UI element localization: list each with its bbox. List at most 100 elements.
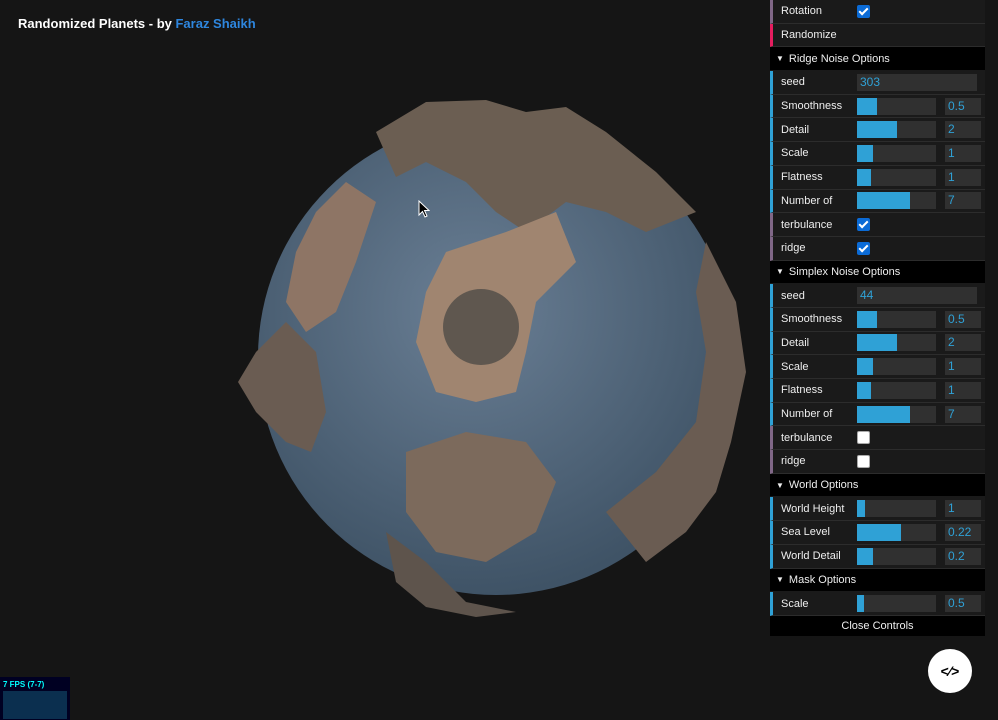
value-slider[interactable] xyxy=(857,405,936,423)
value-input[interactable]: 7 xyxy=(945,405,981,423)
value-input[interactable]: 1 xyxy=(945,168,981,186)
mouse-cursor-icon xyxy=(418,200,430,218)
control-label: seed xyxy=(781,76,805,89)
simplex-noise-options-folder-header[interactable]: ▼ Simplex Noise Options xyxy=(770,260,985,285)
value-slider[interactable] xyxy=(857,97,936,115)
control-label: ridge xyxy=(781,455,806,468)
control-label: Randomize xyxy=(781,29,837,42)
control-label: World Detail xyxy=(781,550,841,563)
value-input[interactable]: 1 xyxy=(945,144,981,162)
slider-fill xyxy=(857,144,873,162)
control-label: terbulance xyxy=(781,431,833,444)
control-label: World Height xyxy=(781,502,845,515)
slider-fill xyxy=(857,500,865,518)
chevron-down-icon: ▼ xyxy=(776,575,784,585)
view-code-button[interactable]: <⁄> xyxy=(928,649,972,693)
fps-meter[interactable]: 7 FPS (7-7) xyxy=(0,677,70,720)
checkbox[interactable] xyxy=(857,241,870,255)
value-input[interactable]: 7 xyxy=(945,192,981,210)
simplex-noise-options-terbulance-control: terbulance xyxy=(770,426,985,451)
control-label: Flatness xyxy=(781,384,823,397)
fps-label: 7 FPS (7-7) xyxy=(3,680,45,689)
seed-input[interactable]: 44 xyxy=(857,287,977,305)
simplex-noise-options-detail-control: Detail 2 xyxy=(770,331,985,356)
value-input[interactable]: 2 xyxy=(945,334,981,352)
value-slider[interactable] xyxy=(857,381,936,399)
control-label: Detail xyxy=(781,123,810,136)
value-slider[interactable] xyxy=(857,168,936,186)
ridge-noise-options-number-of-control: Number of 7 xyxy=(770,189,985,214)
rotation-control: Rotation xyxy=(770,0,985,24)
checkbox[interactable] xyxy=(857,431,870,445)
value-slider[interactable] xyxy=(857,121,936,139)
ridge-noise-options-flatness-control: Flatness 1 xyxy=(770,165,985,190)
value-input[interactable]: 0.5 xyxy=(945,595,981,613)
value-slider[interactable] xyxy=(857,500,936,518)
chevron-down-icon: ▼ xyxy=(776,480,784,490)
slider-fill xyxy=(857,595,865,613)
control-label: terbulance xyxy=(781,218,833,231)
control-label: Flatness xyxy=(781,171,823,184)
folder-title: Simplex Noise Options xyxy=(788,265,901,278)
close-controls-button[interactable]: Close Controls xyxy=(770,615,985,636)
page-title: Randomized Planets - by Faraz Shaikh xyxy=(18,16,256,31)
value-input[interactable]: 0.5 xyxy=(945,310,981,328)
slider-fill xyxy=(857,381,872,399)
control-label: Rotation xyxy=(781,5,822,18)
value-input[interactable]: 2 xyxy=(945,121,981,139)
value-input[interactable]: 1 xyxy=(945,500,981,518)
simplex-noise-options-number-of-control: Number of 7 xyxy=(770,402,985,427)
slider-fill xyxy=(857,334,897,352)
ridge-noise-options-ridge-control: ridge xyxy=(770,236,985,261)
control-label: Scale xyxy=(781,597,809,610)
value-slider[interactable] xyxy=(857,358,936,376)
control-label: Sea Level xyxy=(781,526,830,539)
value-slider[interactable] xyxy=(857,595,936,613)
folder-title: Ridge Noise Options xyxy=(788,52,890,65)
mask-options-folder-header[interactable]: ▼ Mask Options xyxy=(770,568,985,593)
ridge-noise-options-folder-header[interactable]: ▼ Ridge Noise Options xyxy=(770,47,985,72)
folder-title: World Options xyxy=(788,479,859,492)
control-label: ridge xyxy=(781,242,806,255)
value-slider[interactable] xyxy=(857,547,936,565)
value-slider[interactable] xyxy=(857,192,936,210)
world-options-world-detail-control: World Detail 0.2 xyxy=(770,544,985,569)
world-options-world-height-control: World Height 1 xyxy=(770,497,985,522)
mask-options-scale-control: Scale 0.5 xyxy=(770,592,985,616)
value-input[interactable]: 1 xyxy=(945,381,981,399)
checkbox[interactable] xyxy=(857,454,870,468)
checkbox[interactable] xyxy=(857,218,870,232)
slider-fill xyxy=(857,358,873,376)
slider-fill xyxy=(857,97,877,115)
simplex-noise-options-smoothness-control: Smoothness 0.5 xyxy=(770,307,985,332)
author-link[interactable]: Faraz Shaikh xyxy=(175,16,255,31)
value-slider[interactable] xyxy=(857,523,936,541)
control-label: seed xyxy=(781,289,805,302)
value-input[interactable]: 0.2 xyxy=(945,547,981,565)
ridge-noise-options-scale-control: Scale 1 xyxy=(770,142,985,166)
control-label: Detail xyxy=(781,336,810,349)
slider-fill xyxy=(857,405,910,423)
ridge-noise-options-terbulance-control: terbulance xyxy=(770,213,985,237)
slider-fill xyxy=(857,547,873,565)
value-slider[interactable] xyxy=(857,144,936,162)
world-options-folder-header[interactable]: ▼ World Options xyxy=(770,473,985,498)
value-slider[interactable] xyxy=(857,334,936,352)
world-options-sea-level-control: Sea Level 0.22 xyxy=(770,521,985,545)
slider-fill xyxy=(857,121,897,139)
ridge-noise-options-seed-control: seed 303 xyxy=(770,71,985,95)
randomize-control[interactable]: Randomize xyxy=(770,23,985,48)
value-input[interactable]: 0.22 xyxy=(945,523,981,541)
checkbox[interactable] xyxy=(857,4,870,18)
control-label: Scale xyxy=(781,147,809,160)
ridge-noise-options-detail-control: Detail 2 xyxy=(770,118,985,143)
planet-canvas[interactable] xyxy=(226,92,766,622)
title-prefix: Randomized Planets - by xyxy=(18,16,176,31)
chevron-down-icon: ▼ xyxy=(776,267,784,277)
seed-input[interactable]: 303 xyxy=(857,73,977,91)
slider-fill xyxy=(857,523,902,541)
value-slider[interactable] xyxy=(857,310,936,328)
value-input[interactable]: 0.5 xyxy=(945,97,981,115)
value-input[interactable]: 1 xyxy=(945,358,981,376)
ridge-noise-options-smoothness-control: Smoothness 0.5 xyxy=(770,94,985,119)
